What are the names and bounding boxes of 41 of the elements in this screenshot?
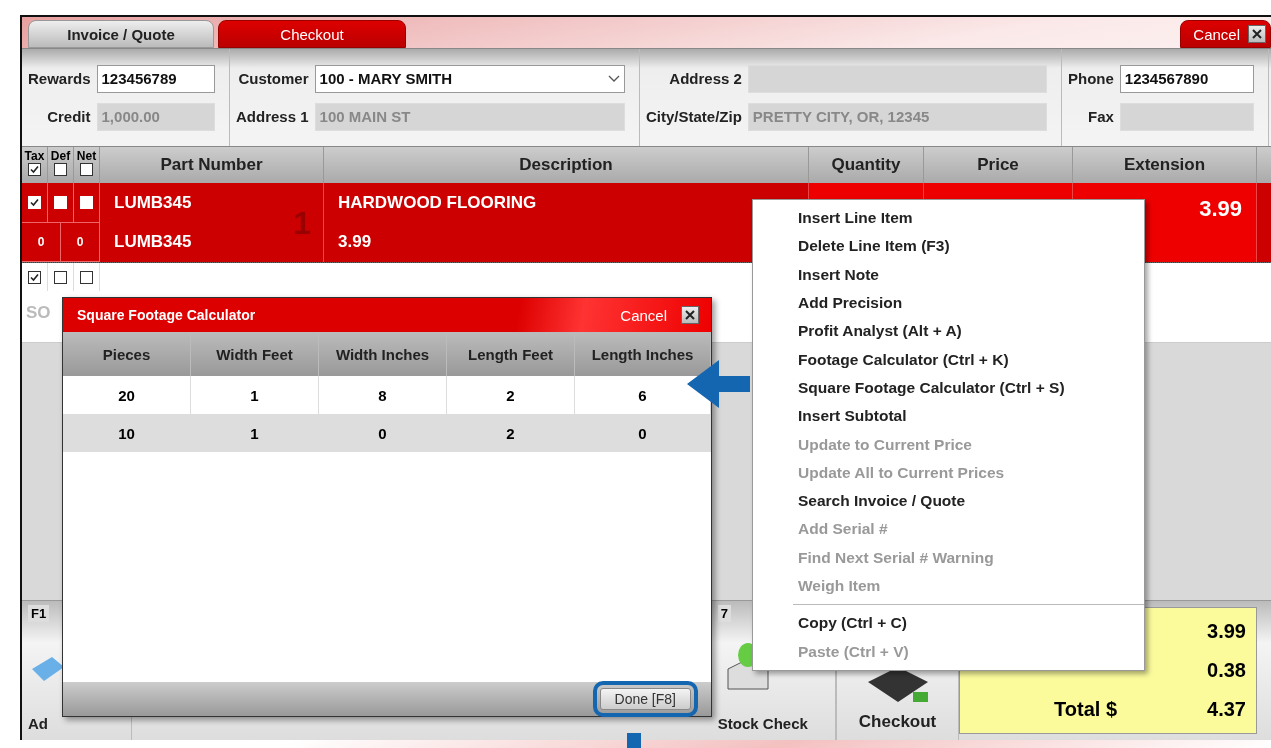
table-cell: 0 — [319, 414, 447, 452]
column-header: Description — [519, 155, 613, 175]
column-header: Width Inches — [319, 332, 447, 376]
column-header: Length Inches — [575, 332, 711, 376]
column-header: Net — [76, 149, 97, 163]
field-label: Rewards — [28, 70, 91, 87]
field-label: Address 2 — [668, 70, 742, 87]
table-cell: 0 — [575, 414, 711, 452]
field-label: Credit — [46, 108, 91, 125]
field-label: Fax — [1087, 108, 1114, 125]
field-label: Customer — [237, 70, 309, 87]
column-header: Width Feet — [191, 332, 319, 376]
table-cell: 10 — [63, 414, 191, 452]
table-cell: 20 — [63, 376, 191, 414]
table-cell: 1 — [191, 414, 319, 452]
price-text: 3.99 — [338, 232, 373, 253]
total-label: Total $ — [1054, 698, 1118, 721]
description-text: HARDWOOD FLOORING — [338, 192, 538, 213]
column-header: Length Feet — [447, 332, 575, 376]
column-header: Pieces — [63, 332, 191, 376]
column-header: Part Number — [160, 155, 263, 175]
column-header: Tax — [24, 149, 45, 163]
field-label: Phone — [1068, 70, 1114, 87]
part-number: LUMB345 — [114, 232, 193, 253]
column-header: Extension — [1123, 155, 1206, 175]
count-text: 0 — [37, 234, 45, 249]
part-number: LUMB345 — [114, 192, 193, 213]
total-value: 4.37 — [1207, 698, 1246, 721]
dialog-title: Square Footage Calculator — [77, 307, 256, 323]
count-text: 0 — [76, 234, 84, 249]
column-header: Price — [977, 155, 1019, 175]
column-header: Quantity — [831, 155, 901, 175]
total-value: 3.99 — [1207, 620, 1246, 643]
column-header: Def — [50, 149, 71, 163]
field-label: City/State/Zip — [646, 108, 742, 125]
table-cell: 2 — [447, 414, 575, 452]
field-label: Address 1 — [236, 108, 309, 125]
key-label: 7 — [717, 605, 732, 622]
extension-amount: 3.99 — [1199, 196, 1242, 223]
key-label: F1 — [28, 605, 50, 622]
total-value: 0.38 — [1207, 659, 1246, 682]
